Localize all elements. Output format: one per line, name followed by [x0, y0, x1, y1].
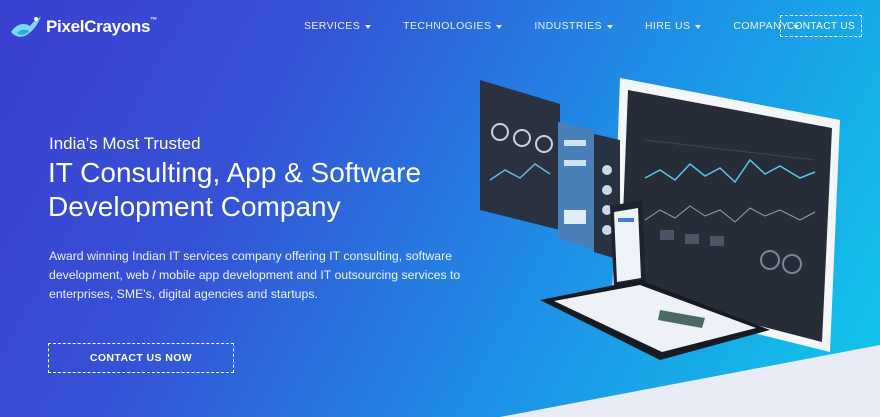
- nav-item-label: TECHNOLOGIES: [403, 20, 492, 32]
- caret-down-icon: [695, 24, 702, 29]
- nav-item-hire-us[interactable]: HIRE US: [644, 20, 702, 32]
- hero-headline: IT Consulting, App & Software Developmen…: [48, 156, 468, 224]
- devices-illustration: [480, 78, 840, 360]
- brand-name: PixelCrayons™: [46, 17, 157, 36]
- hero-description: Award winning Indian IT services company…: [49, 249, 461, 301]
- caret-down-icon: [496, 24, 503, 29]
- logo-bird-icon: [11, 16, 41, 37]
- contact-us-now-button[interactable]: CONTACT US NOW: [48, 343, 234, 373]
- caret-down-icon: [606, 24, 613, 29]
- nav-item-industries[interactable]: INDUSTRIES: [534, 20, 613, 32]
- dashboard-panels-image: [480, 80, 620, 260]
- hero-eyebrow: India's Most Trusted: [49, 134, 201, 153]
- nav-item-label: SERVICES: [304, 20, 361, 32]
- nav-item-services[interactable]: SERVICES: [304, 20, 372, 32]
- nav-item-label: INDUSTRIES: [534, 20, 602, 32]
- site-header: PixelCrayons™ SERVICES TECHNOLOGIES INDU…: [0, 0, 880, 56]
- main-nav: SERVICES TECHNOLOGIES INDUSTRIES HIRE US…: [304, 20, 831, 32]
- header-contact-button[interactable]: CONTACT US: [780, 15, 862, 37]
- caret-down-icon: [365, 24, 372, 29]
- phone-image: [610, 200, 646, 288]
- brand-logo[interactable]: PixelCrayons™: [8, 10, 157, 44]
- headline-line-1: IT Consulting, App & Software: [48, 157, 422, 188]
- nav-item-technologies[interactable]: TECHNOLOGIES: [403, 20, 503, 32]
- headline-line-2: Development Company: [48, 191, 341, 222]
- nav-item-label: HIRE US: [644, 20, 691, 32]
